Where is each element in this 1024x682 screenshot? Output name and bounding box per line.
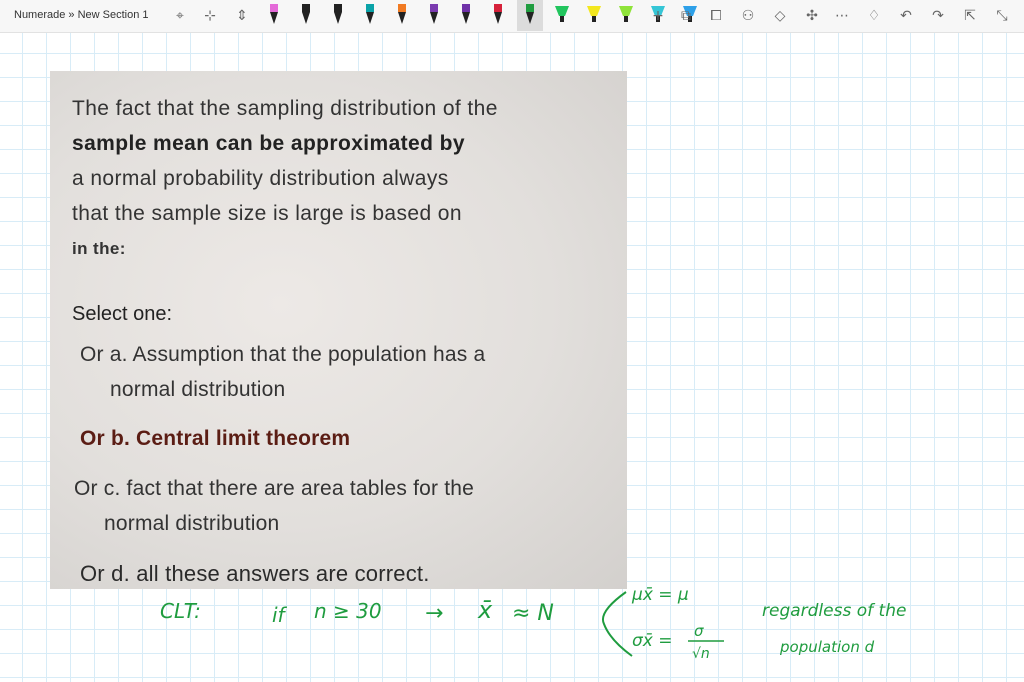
eraser-icon[interactable]: ◇	[770, 6, 790, 26]
question-image: The fact that the sampling distribution …	[50, 71, 627, 589]
option-c-line: normal distribution	[104, 512, 280, 535]
math-icon[interactable]: ✣	[802, 6, 822, 26]
undo-icon[interactable]: ↶	[896, 6, 916, 26]
bell-icon[interactable]: ♢	[864, 6, 884, 26]
pen-purple-2-icon[interactable]	[458, 2, 474, 28]
breadcrumb[interactable]: Numerade » New Section 1	[14, 9, 149, 21]
question-text: The fact that the sampling distribution …	[72, 91, 597, 266]
fullscreen-icon[interactable]: ⤡	[992, 6, 1012, 26]
insert-space-icon[interactable]: ⇕	[232, 6, 252, 26]
highlighter-green-icon[interactable]	[554, 2, 570, 28]
option-a-line: Or a. Assumption that the population has…	[80, 343, 486, 366]
shape-select-icon[interactable]: ⊹	[200, 6, 220, 26]
add-pen-icon[interactable]: +	[648, 6, 668, 26]
more-icon[interactable]: ⋯	[832, 6, 852, 26]
pen-teal-icon[interactable]	[362, 2, 378, 28]
ink-to-shape-icon[interactable]: ⧠	[706, 6, 726, 26]
lasso-select-icon[interactable]: ⌖	[170, 6, 190, 26]
redo-icon[interactable]: ↷	[928, 6, 948, 26]
share-icon[interactable]: ⇱	[960, 6, 980, 26]
option-a: Or a. Assumption that the population has…	[80, 337, 485, 407]
highlighter-lime-icon[interactable]	[618, 2, 634, 28]
pen-green-active-icon[interactable]	[522, 2, 538, 28]
option-d: Or d. all these answers are correct.	[80, 561, 430, 586]
question-line: The fact that the sampling distribution …	[72, 97, 498, 120]
question-line: in the:	[72, 239, 126, 258]
ink-to-text-icon[interactable]: ⚇	[738, 6, 758, 26]
pen-orange-icon[interactable]	[394, 2, 410, 28]
question-line: that the sample size is large is based o…	[72, 202, 462, 225]
option-a-line: normal distribution	[110, 378, 286, 401]
pen-purple-icon[interactable]	[426, 2, 442, 28]
option-c: Or c. fact that there are area tables fo…	[74, 471, 474, 541]
select-label: Select one:	[72, 303, 173, 325]
highlighter-yellow-icon[interactable]	[586, 2, 602, 28]
ink-toolbar: Numerade » New Section 1 ⌖ ⊹ ⇕ + ⧉ ⧠ ⚇ ◇…	[0, 0, 1024, 33]
lasso-icon[interactable]: ⧉	[676, 6, 696, 26]
pen-pink-icon[interactable]	[266, 2, 282, 28]
pen-red-icon[interactable]	[490, 2, 506, 28]
pen-black-icon[interactable]	[298, 2, 314, 28]
pen-black-2-icon[interactable]	[330, 2, 346, 28]
option-c-line: Or c. fact that there are area tables fo…	[74, 477, 475, 500]
option-b: Or b. Central limit theorem	[80, 427, 351, 450]
question-line: a normal probability distribution always	[72, 167, 449, 190]
question-line: sample mean can be approximated by	[72, 132, 465, 155]
